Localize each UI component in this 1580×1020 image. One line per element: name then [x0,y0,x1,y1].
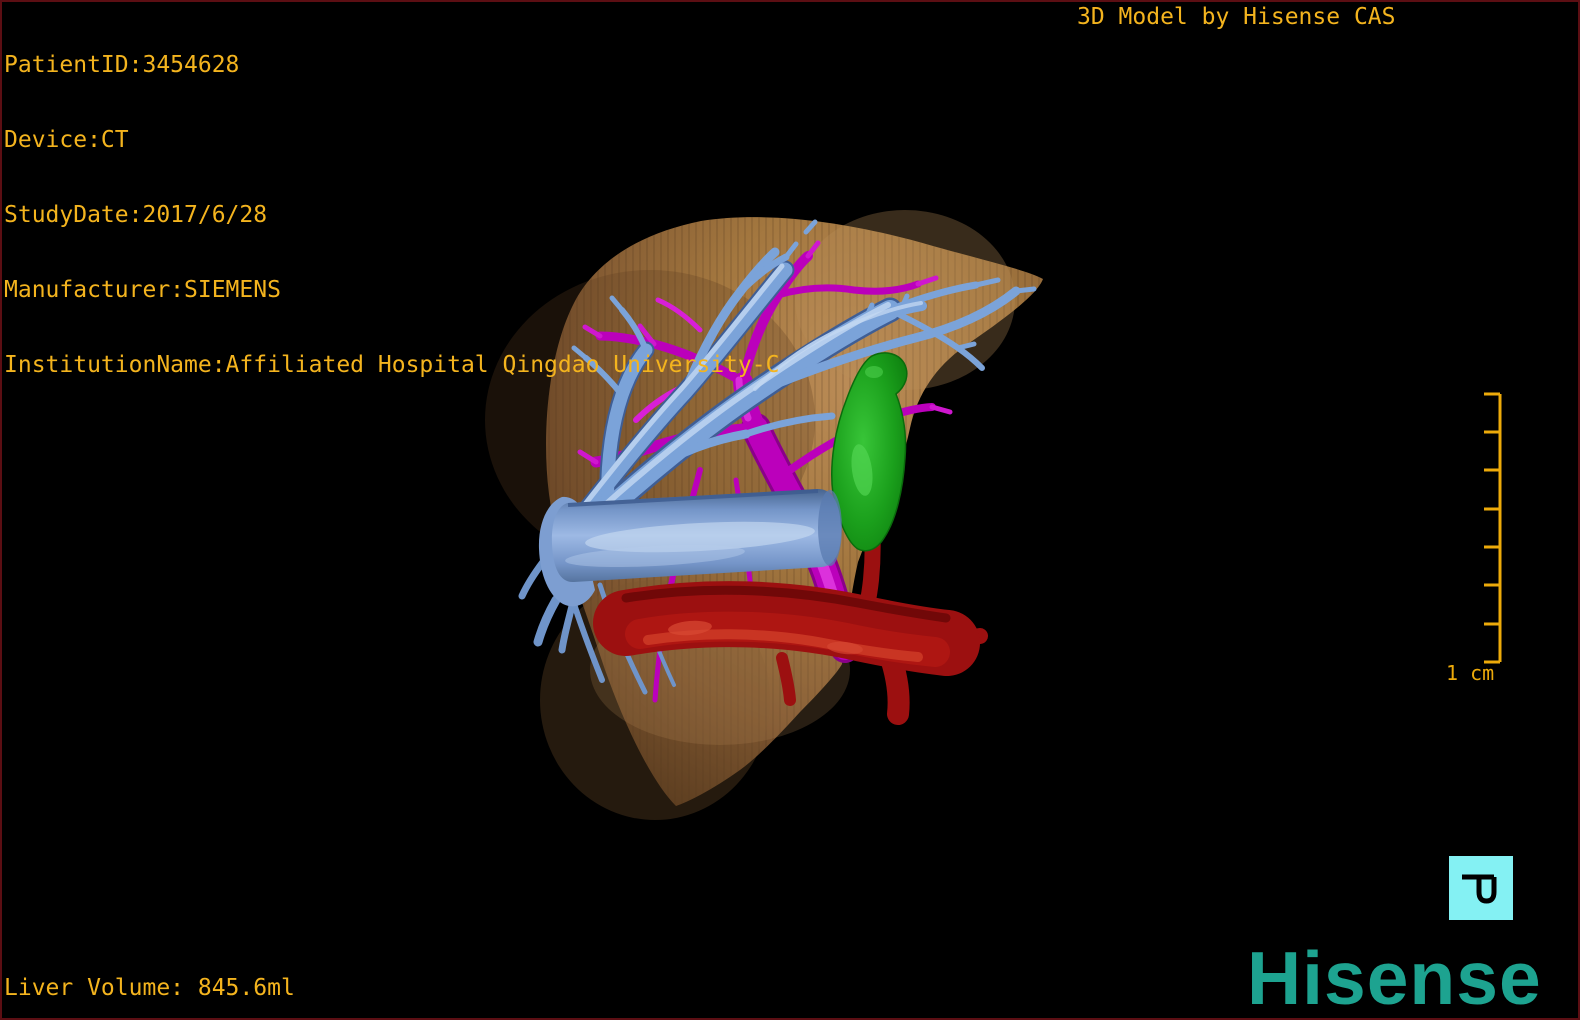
liver-volume-label: Liver Volume: 845.6ml [4,975,295,1001]
scale-bar [1484,392,1502,664]
orientation-glyph [1462,874,1497,904]
model-watermark: 3D Model by Hisense CAS [1077,4,1396,30]
orientation-icon[interactable] [1449,856,1513,920]
hisense-logo: Hisense [1247,936,1542,1020]
study-date-line: StudyDate:2017/6/28 [4,202,268,228]
patient-id-line: PatientID:3454628 [4,52,240,78]
institution-line: InstitutionName:Affiliated Hospital Qing… [4,352,780,378]
patient-info: PatientID:3454628 Device:CT StudyDate:20… [4,3,779,428]
scale-bar-label: 1 cm [1446,661,1495,685]
device-line: Device:CT [4,127,129,153]
manufacturer-line: Manufacturer:SIEMENS [4,277,281,303]
cas-3d-viewer-window: PatientID:3454628 Device:CT StudyDate:20… [0,0,1580,1020]
